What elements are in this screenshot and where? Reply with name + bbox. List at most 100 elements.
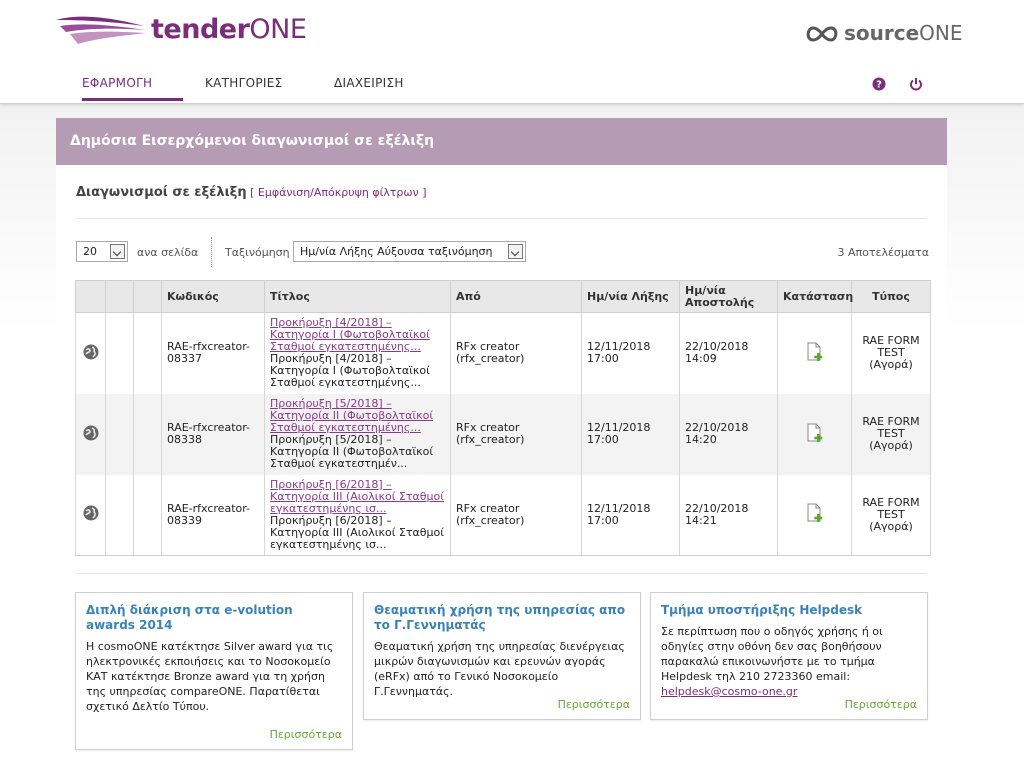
sort-select[interactable]: Ημ/νία Λήξης Αύξουσα ταξινόμηση xyxy=(293,241,526,262)
col-header-status[interactable]: Κατάσταση xyxy=(777,280,853,313)
table-header-row: Κωδικός Τίτλος Από Ημ/νία Λήξης Ημ/νία Α… xyxy=(75,280,931,313)
help-icon[interactable]: ? xyxy=(872,77,886,91)
section-title: Διαγωνισμοί σε εξέλιξη xyxy=(76,185,247,200)
divider xyxy=(211,237,212,267)
sourceone-logo[interactable]: sourceONE xyxy=(804,18,964,54)
power-icon[interactable] xyxy=(909,77,923,91)
table-row[interactable]: RAE-rfxcreator-08339 Προκήρυξη [6/2018] … xyxy=(75,474,931,556)
col-header-flag2 xyxy=(133,280,162,313)
cell-sent: 22/10/2018 14:20 xyxy=(679,393,778,475)
list-controls: 20 ανα σελίδα Ταξινόμηση Ημ/νία Λήξης Αύ… xyxy=(76,237,930,267)
table-row[interactable]: RAE-rfxcreator-08337 Προκήρυξη [4/2018] … xyxy=(75,312,931,394)
panel-header: Δημόσια Εισερχόμενοι διαγωνισμοί σε εξέλ… xyxy=(56,118,947,165)
helpdesk-email-link[interactable]: helpdesk@cosmo-one.gr xyxy=(661,685,797,698)
cell-empty xyxy=(133,312,162,394)
news-title[interactable]: Τμήμα υποστήριξης Helpdesk xyxy=(661,603,917,618)
tenderone-logo[interactable]: tenderONE xyxy=(56,14,307,48)
toggle-filters-link[interactable]: [ Εμφάνιση/Απόκρυψη φίλτρων ] xyxy=(250,186,426,199)
page-title: Δημόσια Εισερχόμενοι διαγωνισμοί σε εξέλ… xyxy=(70,133,435,149)
per-page-value: 20 xyxy=(83,245,97,258)
nav-item-categories[interactable]: ΚΑΤΗΓΟΡΙΕΣ xyxy=(205,76,283,90)
chevron-down-icon xyxy=(110,244,125,259)
cell-title: Προκήρυξη [4/2018] – Κατηγορία I (Φωτοβο… xyxy=(264,312,451,394)
cell-deadline: 12/11/2018 17:00 xyxy=(581,474,680,556)
divider xyxy=(76,218,927,219)
per-page-label: ανα σελίδα xyxy=(137,246,199,259)
read-more-link[interactable]: Περισσότερα xyxy=(845,698,917,711)
cell-empty xyxy=(105,474,134,556)
wave-logo-icon xyxy=(56,16,146,44)
globe-icon xyxy=(83,505,98,521)
main-panel: Δημόσια Εισερχόμενοι διαγωνισμοί σε εξέλ… xyxy=(56,118,947,767)
col-header-deadline[interactable]: Ημ/νία Λήξης xyxy=(581,280,680,313)
new-document-icon[interactable] xyxy=(805,423,825,443)
helpdesk-text: Σε περίπτωση που ο οδηγός χρήσης ή οι οδ… xyxy=(661,625,883,683)
cell-sent: 22/10/2018 14:09 xyxy=(679,312,778,394)
sourceone-wordmark: sourceONE xyxy=(844,21,963,45)
cell-status xyxy=(777,474,852,556)
section-subtitle: Διαγωνισμοί σε εξέλιξη [ Εμφάνιση/Απόκρυ… xyxy=(76,185,427,200)
tender-title-link[interactable]: Προκήρυξη [5/2018] – Κατηγορία II (Φωτοβ… xyxy=(270,398,445,434)
nav-item-administration[interactable]: ΔΙΑΧΕΙΡΙΣΗ xyxy=(334,76,404,90)
news-title[interactable]: Διπλή διάκριση στα e-volution awards 201… xyxy=(86,603,342,633)
read-more-link[interactable]: Περισσότερα xyxy=(558,698,630,711)
news-card-hospital: Θεαματική χρήση της υπηρεσίας απο το Γ.Γ… xyxy=(363,592,641,720)
cell-status xyxy=(777,312,852,394)
cell-public xyxy=(75,474,106,556)
cell-title: Προκήρυξη [5/2018] – Κατηγορία II (Φωτοβ… xyxy=(264,393,451,475)
cell-empty xyxy=(133,474,162,556)
news-body: Η cosmoONE κατέκτησε Silver award για τι… xyxy=(86,640,334,713)
cell-type: RAE FORM TEST (Αγορά) xyxy=(851,474,931,556)
cell-type: RAE FORM TEST (Αγορά) xyxy=(851,393,931,475)
active-tab-indicator xyxy=(82,98,183,101)
tenderone-wordmark: tenderONE xyxy=(151,14,307,45)
cell-empty xyxy=(105,393,134,475)
table-row[interactable]: RAE-rfxcreator-08338 Προκήρυξη [5/2018] … xyxy=(75,393,931,475)
news-title[interactable]: Θεαματική χρήση της υπηρεσίας απο το Γ.Γ… xyxy=(374,603,630,633)
cell-empty xyxy=(105,312,134,394)
tender-title-desc: Προκήρυξη [5/2018] – Κατηγορία II (Φωτοβ… xyxy=(270,433,434,470)
app-header: tenderONE sourceONE ΕΦΑΡΜΟΓΗ ΚΑΤΗΓΟΡΙΕΣ … xyxy=(0,0,1024,104)
new-document-icon[interactable] xyxy=(805,342,825,362)
cell-sent: 22/10/2018 14:21 xyxy=(679,474,778,556)
cell-deadline: 12/11/2018 17:00 xyxy=(581,312,680,394)
col-header-type[interactable]: Τύπος xyxy=(851,280,931,313)
news-body: Σε περίπτωση που ο οδηγός χρήσης ή οι οδ… xyxy=(661,624,917,699)
globe-icon xyxy=(83,344,98,360)
cell-deadline: 12/11/2018 17:00 xyxy=(581,393,680,475)
cell-title: Προκήρυξη [6/2018] – Κατηγορία III (Αιολ… xyxy=(264,474,451,556)
cell-empty xyxy=(133,393,162,475)
tender-title-desc: Προκήρυξη [6/2018] – Κατηγορία III (Αιολ… xyxy=(270,513,444,551)
svg-text:?: ? xyxy=(876,80,882,91)
tender-title-desc: Προκήρυξη [4/2018] – Κατηγορία I (Φωτοβο… xyxy=(270,352,430,390)
tender-title-link[interactable]: Προκήρυξη [4/2018] – Κατηγορία I (Φωτοβο… xyxy=(270,317,445,353)
col-header-from[interactable]: Από xyxy=(450,280,582,313)
cell-public xyxy=(75,393,106,475)
col-header-flag1 xyxy=(105,280,134,313)
cell-type: RAE FORM TEST (Αγορά) xyxy=(851,312,931,394)
new-document-icon[interactable] xyxy=(805,503,825,523)
cell-code: RAE-rfxcreator-08338 xyxy=(161,393,265,475)
tender-title-link[interactable]: Προκήρυξη [6/2018] – Κατηγορία III (Αιολ… xyxy=(270,478,445,515)
cell-from: RFx creator (rfx_creator) xyxy=(450,312,582,394)
cell-code: RAE-rfxcreator-08337 xyxy=(161,312,265,394)
chevron-down-icon xyxy=(508,244,523,259)
col-header-code[interactable]: Κωδικός xyxy=(161,280,265,313)
cell-public xyxy=(75,312,106,394)
read-more-link[interactable]: Περισσότερα xyxy=(270,728,342,741)
cell-status xyxy=(777,393,852,475)
cell-from: RFx creator (rfx_creator) xyxy=(450,393,582,475)
sort-label: Ταξινόμηση xyxy=(225,246,290,259)
infinity-logo-icon xyxy=(806,26,838,42)
news-card-awards: Διπλή διάκριση στα e-volution awards 201… xyxy=(75,592,353,750)
cell-from: RFx creator (rfx_creator) xyxy=(450,474,582,556)
nav-item-application[interactable]: ΕΦΑΡΜΟΓΗ xyxy=(82,76,152,90)
col-header-title[interactable]: Τίτλος xyxy=(264,280,451,313)
tenders-table: Κωδικός Τίτλος Από Ημ/νία Λήξης Ημ/νία Α… xyxy=(75,280,931,556)
news-card-helpdesk: Τμήμα υποστήριξης Helpdesk Σε περίπτωση … xyxy=(650,592,928,720)
divider xyxy=(76,573,927,574)
col-header-sent[interactable]: Ημ/νία Αποστολής xyxy=(679,280,778,313)
sort-value: Ημ/νία Λήξης Αύξουσα ταξινόμηση xyxy=(300,245,493,258)
results-count: 3 Αποτελέσματα xyxy=(837,246,930,259)
per-page-select[interactable]: 20 xyxy=(76,241,128,262)
